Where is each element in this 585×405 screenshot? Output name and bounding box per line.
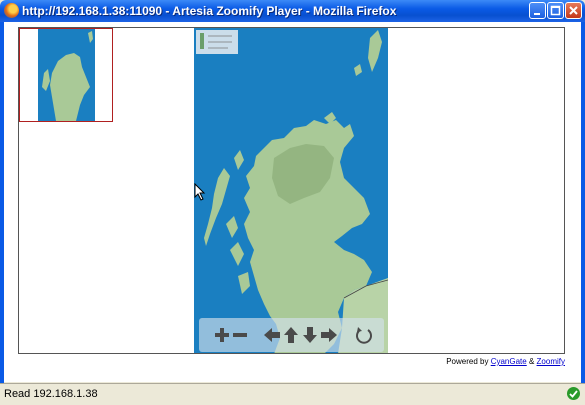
arrow-down-icon — [303, 327, 317, 343]
page-content: Powered by CyanGate & Zoomify — [4, 22, 581, 382]
map-view[interactable] — [194, 28, 388, 353]
close-button[interactable] — [565, 2, 582, 19]
close-icon — [569, 6, 578, 15]
navigation-toolbar — [199, 318, 384, 352]
pan-down-button[interactable] — [301, 326, 319, 344]
powered-by-label: Powered by — [446, 357, 489, 366]
maximize-button[interactable] — [547, 2, 564, 19]
pan-up-button[interactable] — [282, 326, 300, 344]
status-bar: Read 192.168.1.38 — [0, 383, 585, 404]
minimize-icon — [534, 13, 540, 15]
scotland-map-image — [194, 28, 388, 353]
check-icon — [567, 387, 580, 400]
minus-icon — [233, 333, 247, 337]
pan-left-button[interactable] — [263, 326, 281, 344]
arrow-left-icon — [264, 328, 280, 342]
plus-icon — [215, 328, 229, 342]
maximize-icon — [550, 5, 561, 16]
arrow-right-icon — [321, 328, 337, 342]
pan-right-button[interactable] — [320, 326, 338, 344]
zoomify-viewer[interactable] — [18, 27, 565, 354]
mouse-cursor-icon — [194, 183, 206, 201]
thumbnail-map-image — [38, 29, 95, 121]
firefox-icon — [4, 3, 19, 18]
arrow-up-icon — [284, 327, 298, 343]
minimize-button[interactable] — [529, 2, 546, 19]
zoom-in-button[interactable] — [213, 326, 231, 344]
cyangate-link[interactable]: CyanGate — [491, 357, 527, 366]
ampersand-label: & — [528, 357, 535, 366]
reset-view-button[interactable] — [355, 326, 373, 344]
powered-by-credit: Powered by CyanGate & Zoomify — [446, 357, 565, 366]
status-text: Read 192.168.1.38 — [4, 388, 98, 400]
zoom-out-button[interactable] — [231, 326, 249, 344]
window-border-right — [581, 22, 585, 383]
zoomify-link[interactable]: Zoomify — [537, 357, 565, 366]
reset-icon — [356, 327, 372, 344]
window-titlebar[interactable]: http://192.168.1.38:11090 - Artesia Zoom… — [0, 0, 585, 22]
navigator-thumbnail[interactable] — [19, 28, 113, 122]
window-title: http://192.168.1.38:11090 - Artesia Zoom… — [22, 4, 397, 18]
